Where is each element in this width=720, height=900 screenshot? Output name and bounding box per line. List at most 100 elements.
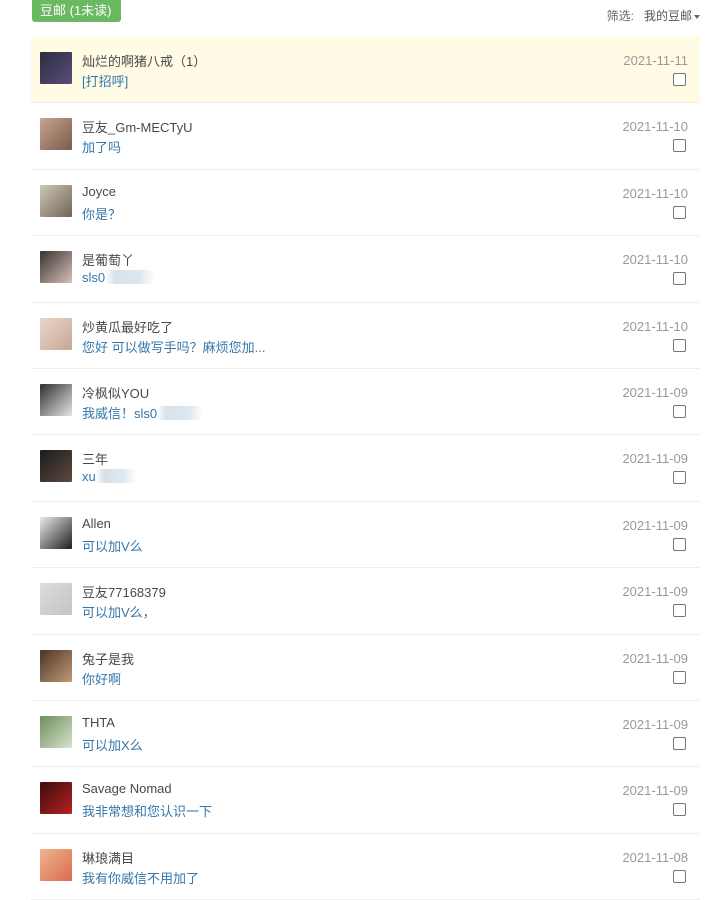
message-preview-text: 我非常想和您认识一下 [82, 804, 213, 820]
message-preview-text: 可以加X么 [82, 737, 143, 753]
message-preview-text: [打招呼] [82, 74, 129, 89]
select-checkbox[interactable] [673, 404, 686, 418]
message-preview-link[interactable]: 我有你威信不用加了 [82, 868, 199, 887]
message-preview-link[interactable]: xu [82, 469, 136, 484]
message-date: 2021-11-08 [622, 849, 688, 865]
avatar[interactable] [40, 516, 72, 549]
message-preview-text: 我威信！sls0 [82, 405, 158, 421]
message-preview-text: 可以加V么 [82, 538, 143, 554]
message-date: 2021-11-11 [623, 53, 688, 68]
sender-name[interactable]: 豆友_Gm-MECTyU [82, 117, 193, 136]
sender-name[interactable]: 灿烂的啊猪八戒（1） [82, 51, 206, 70]
message-preview-text: 你是？ [82, 206, 122, 222]
top-bar: 豆邮 (1未读) 筛选: 我的豆邮 [0, 0, 720, 34]
sender-name[interactable]: Joyce [82, 184, 116, 199]
message-preview-link[interactable]: 加了吗 [82, 137, 121, 156]
message-date: 2021-11-10 [622, 119, 688, 135]
message-date: 2021-11-09 [622, 584, 688, 600]
avatar[interactable] [40, 715, 72, 748]
select-checkbox[interactable] [673, 670, 686, 684]
select-checkbox[interactable] [673, 604, 686, 618]
redacted-blur [157, 405, 204, 420]
message-date: 2021-11-09 [622, 650, 688, 666]
sender-name[interactable]: Savage Nomad [82, 781, 172, 796]
select-checkbox[interactable] [673, 537, 686, 551]
message-date: 2021-11-10 [622, 185, 688, 201]
avatar[interactable] [40, 118, 72, 151]
message-preview-link[interactable]: 可以加V么 [82, 536, 143, 555]
message-row[interactable]: 豆友77168379 可以加V么， 2021-11-09 [31, 568, 700, 635]
message-date: 2021-11-09 [622, 716, 688, 732]
message-date: 2021-11-09 [622, 384, 688, 400]
select-checkbox[interactable] [673, 471, 686, 485]
select-checkbox[interactable] [673, 869, 686, 883]
message-row[interactable]: THTA 可以加X么 2021-11-09 [31, 701, 700, 768]
filter-label: 筛选: [606, 9, 634, 23]
sender-name[interactable]: 是葡萄丫 [82, 250, 134, 269]
mailbox-title-badge: 豆邮 (1未读) [32, 0, 121, 22]
avatar[interactable] [40, 848, 72, 881]
message-date: 2021-11-09 [622, 517, 688, 533]
select-checkbox[interactable] [673, 803, 686, 817]
message-row[interactable]: 是葡萄丫 sls0 2021-11-10 [31, 236, 700, 303]
select-checkbox[interactable] [673, 736, 686, 750]
sender-name[interactable]: Allen [82, 516, 111, 531]
message-preview-text: 可以加V么， [82, 605, 156, 621]
message-row[interactable]: 兔子是我你好啊 2021-11-09 [31, 635, 700, 701]
message-row[interactable]: 琳琅满目我有你威信不用加了 2021-11-08 [31, 834, 700, 900]
filter-value: 我的豆邮 [643, 9, 692, 23]
message-preview-link[interactable]: 我威信！sls0 [82, 403, 204, 422]
message-row[interactable]: Allen 可以加V么 2021-11-09 [31, 502, 700, 569]
message-row[interactable]: 灿烂的啊猪八戒（1） [打招呼] 2021-11-11 [31, 37, 700, 104]
filter-dropdown[interactable]: 我的豆邮 [644, 9, 700, 23]
avatar[interactable] [40, 383, 72, 416]
message-row[interactable]: 炒黄瓜最好吃了您好 可以做写手吗？麻烦您加... 2021-11-10 [31, 303, 700, 369]
select-checkbox[interactable] [673, 205, 686, 219]
message-row[interactable]: 三年 xu 2021-11-09 [31, 435, 700, 502]
message-preview-link[interactable]: 你好啊 [82, 669, 121, 688]
message-preview-text: 您好 可以做写手吗？麻烦您加... [82, 339, 266, 355]
message-preview-text: 我有你威信不用加了 [82, 870, 200, 886]
caret-down-icon [694, 14, 700, 19]
message-preview-link[interactable]: 可以加X么 [82, 735, 143, 754]
message-date: 2021-11-10 [622, 252, 688, 268]
message-preview-link[interactable]: 您好 可以做写手吗？麻烦您加... [82, 337, 265, 356]
sender-name[interactable]: 三年 [82, 449, 108, 468]
message-preview-text: 你好啊 [82, 671, 122, 687]
sender-name[interactable]: 冷枫似YOU [82, 383, 149, 402]
sender-name[interactable]: 琳琅满目 [82, 848, 134, 867]
filter-area: 筛选: 我的豆邮 [607, 7, 700, 24]
select-checkbox[interactable] [673, 73, 686, 86]
message-row[interactable]: 冷枫似YOU 我威信！sls0 2021-11-09 [31, 369, 700, 436]
message-row[interactable]: Joyce 你是？ 2021-11-10 [31, 170, 700, 237]
message-list: 灿烂的啊猪八戒（1） [打招呼] 2021-11-11 豆友_Gm-MECTyU 加了吗… [31, 37, 700, 900]
redacted-blur [105, 270, 156, 285]
avatar[interactable] [40, 450, 72, 483]
message-preview-link[interactable]: 我非常想和您认识一下 [82, 801, 212, 820]
message-row[interactable]: 豆友_Gm-MECTyU 加了吗 2021-11-10 [31, 103, 700, 170]
message-preview-text: xu [82, 469, 96, 485]
avatar[interactable] [40, 649, 72, 682]
avatar[interactable] [40, 184, 72, 217]
avatar[interactable] [40, 317, 72, 350]
sender-name[interactable]: 豆友77168379 [82, 582, 166, 601]
message-preview-link[interactable]: sls0 [82, 270, 156, 285]
sender-name[interactable]: 炒黄瓜最好吃了 [82, 317, 173, 336]
message-date: 2021-11-09 [622, 451, 688, 467]
avatar[interactable] [40, 251, 72, 284]
message-preview-link[interactable]: [打招呼] [82, 71, 128, 90]
avatar[interactable] [40, 583, 72, 616]
select-checkbox[interactable] [673, 272, 686, 286]
select-checkbox[interactable] [673, 338, 686, 352]
message-preview-link[interactable]: 你是？ [82, 204, 121, 223]
sender-name[interactable]: 兔子是我 [82, 649, 134, 668]
avatar[interactable] [40, 52, 72, 84]
sender-name[interactable]: THTA [82, 715, 115, 730]
avatar[interactable] [40, 782, 72, 815]
redacted-blur [95, 469, 136, 484]
message-date: 2021-11-10 [622, 318, 688, 334]
message-preview-text: 加了吗 [82, 140, 122, 156]
select-checkbox[interactable] [673, 139, 686, 153]
message-preview-link[interactable]: 可以加V么， [82, 602, 156, 621]
message-row[interactable]: Savage Nomad 我非常想和您认识一下 2021-11-09 [31, 767, 700, 834]
